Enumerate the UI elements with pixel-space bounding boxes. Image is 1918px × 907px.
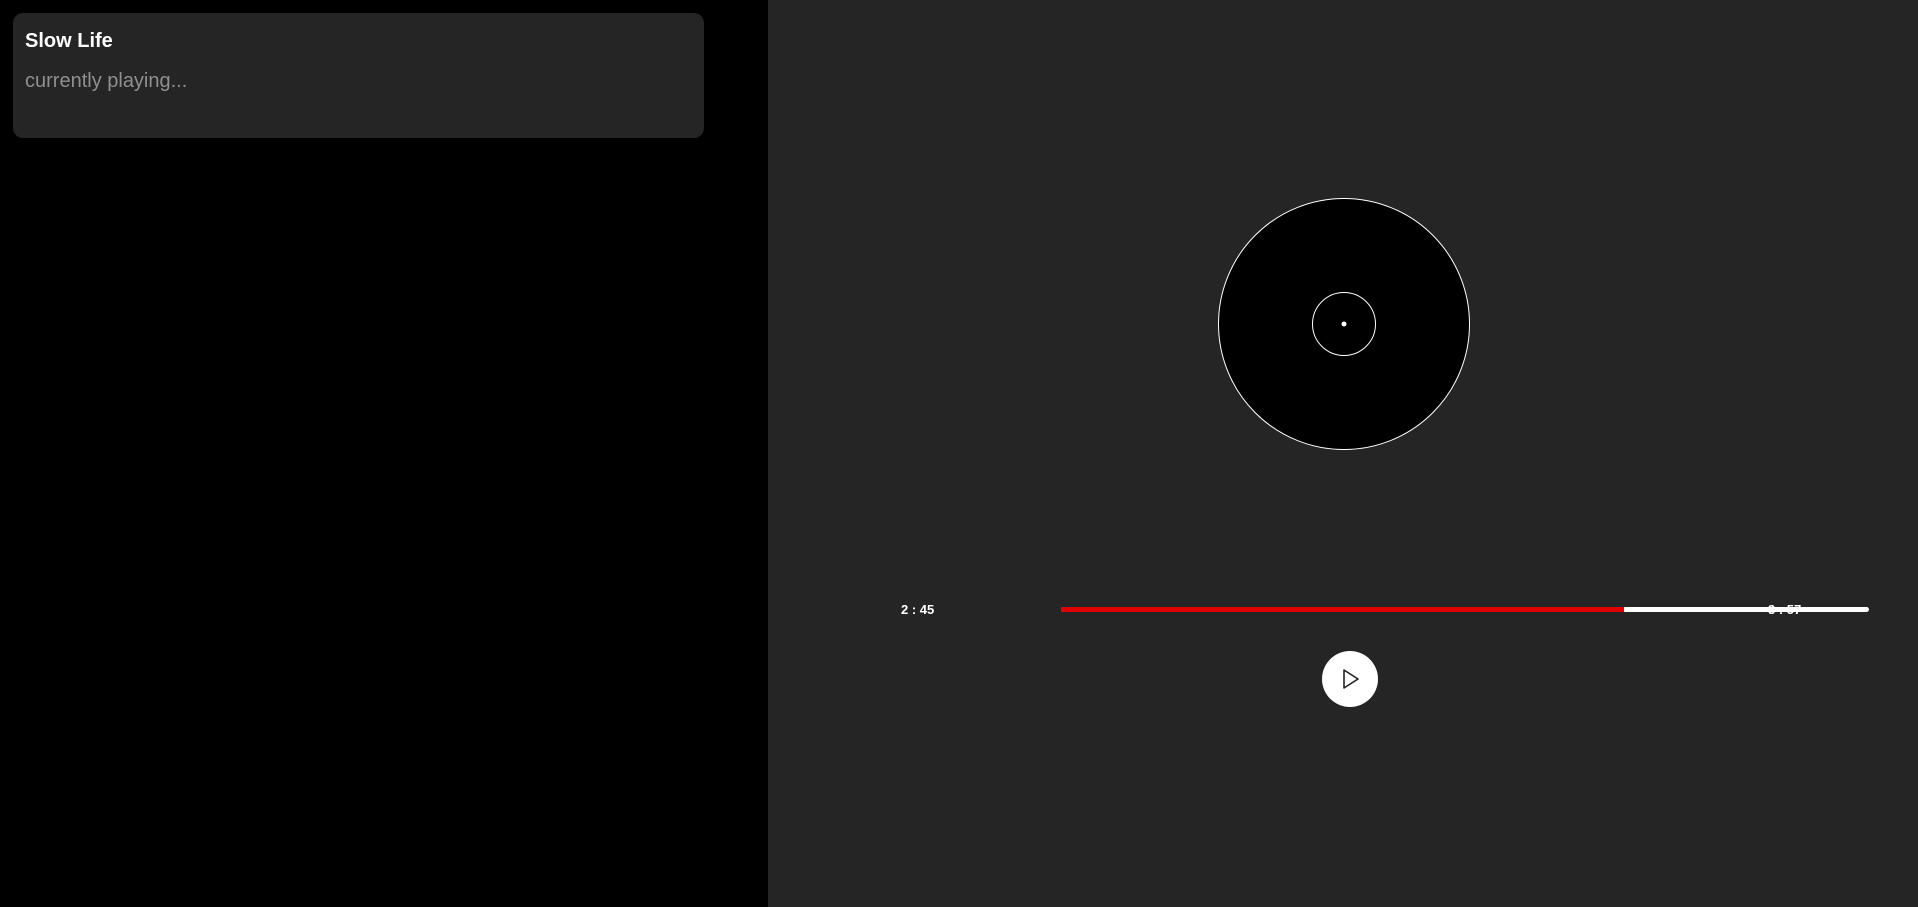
progress-fill (1061, 607, 1625, 612)
track-status: currently playing... (25, 70, 188, 92)
now-playing-card[interactable]: Slow Life currently playing... (13, 13, 704, 138)
vinyl-spindle-hole (1341, 321, 1347, 327)
play-button[interactable] (1322, 651, 1378, 707)
vinyl-record-icon (1218, 198, 1470, 450)
app-root: Slow Life currently playing... 2 : 45 3 … (0, 0, 1918, 907)
total-time: 3 : 57 (1768, 602, 1802, 617)
progress-bar[interactable] (1061, 607, 1869, 612)
player-panel: 2 : 45 3 : 57 (768, 0, 1918, 907)
progress-row: 2 : 45 3 : 57 (888, 600, 1869, 620)
current-time: 2 : 45 (901, 602, 935, 617)
play-icon (1343, 669, 1359, 689)
sidebar: Slow Life currently playing... (0, 0, 768, 907)
track-title: Slow Life (25, 30, 113, 52)
